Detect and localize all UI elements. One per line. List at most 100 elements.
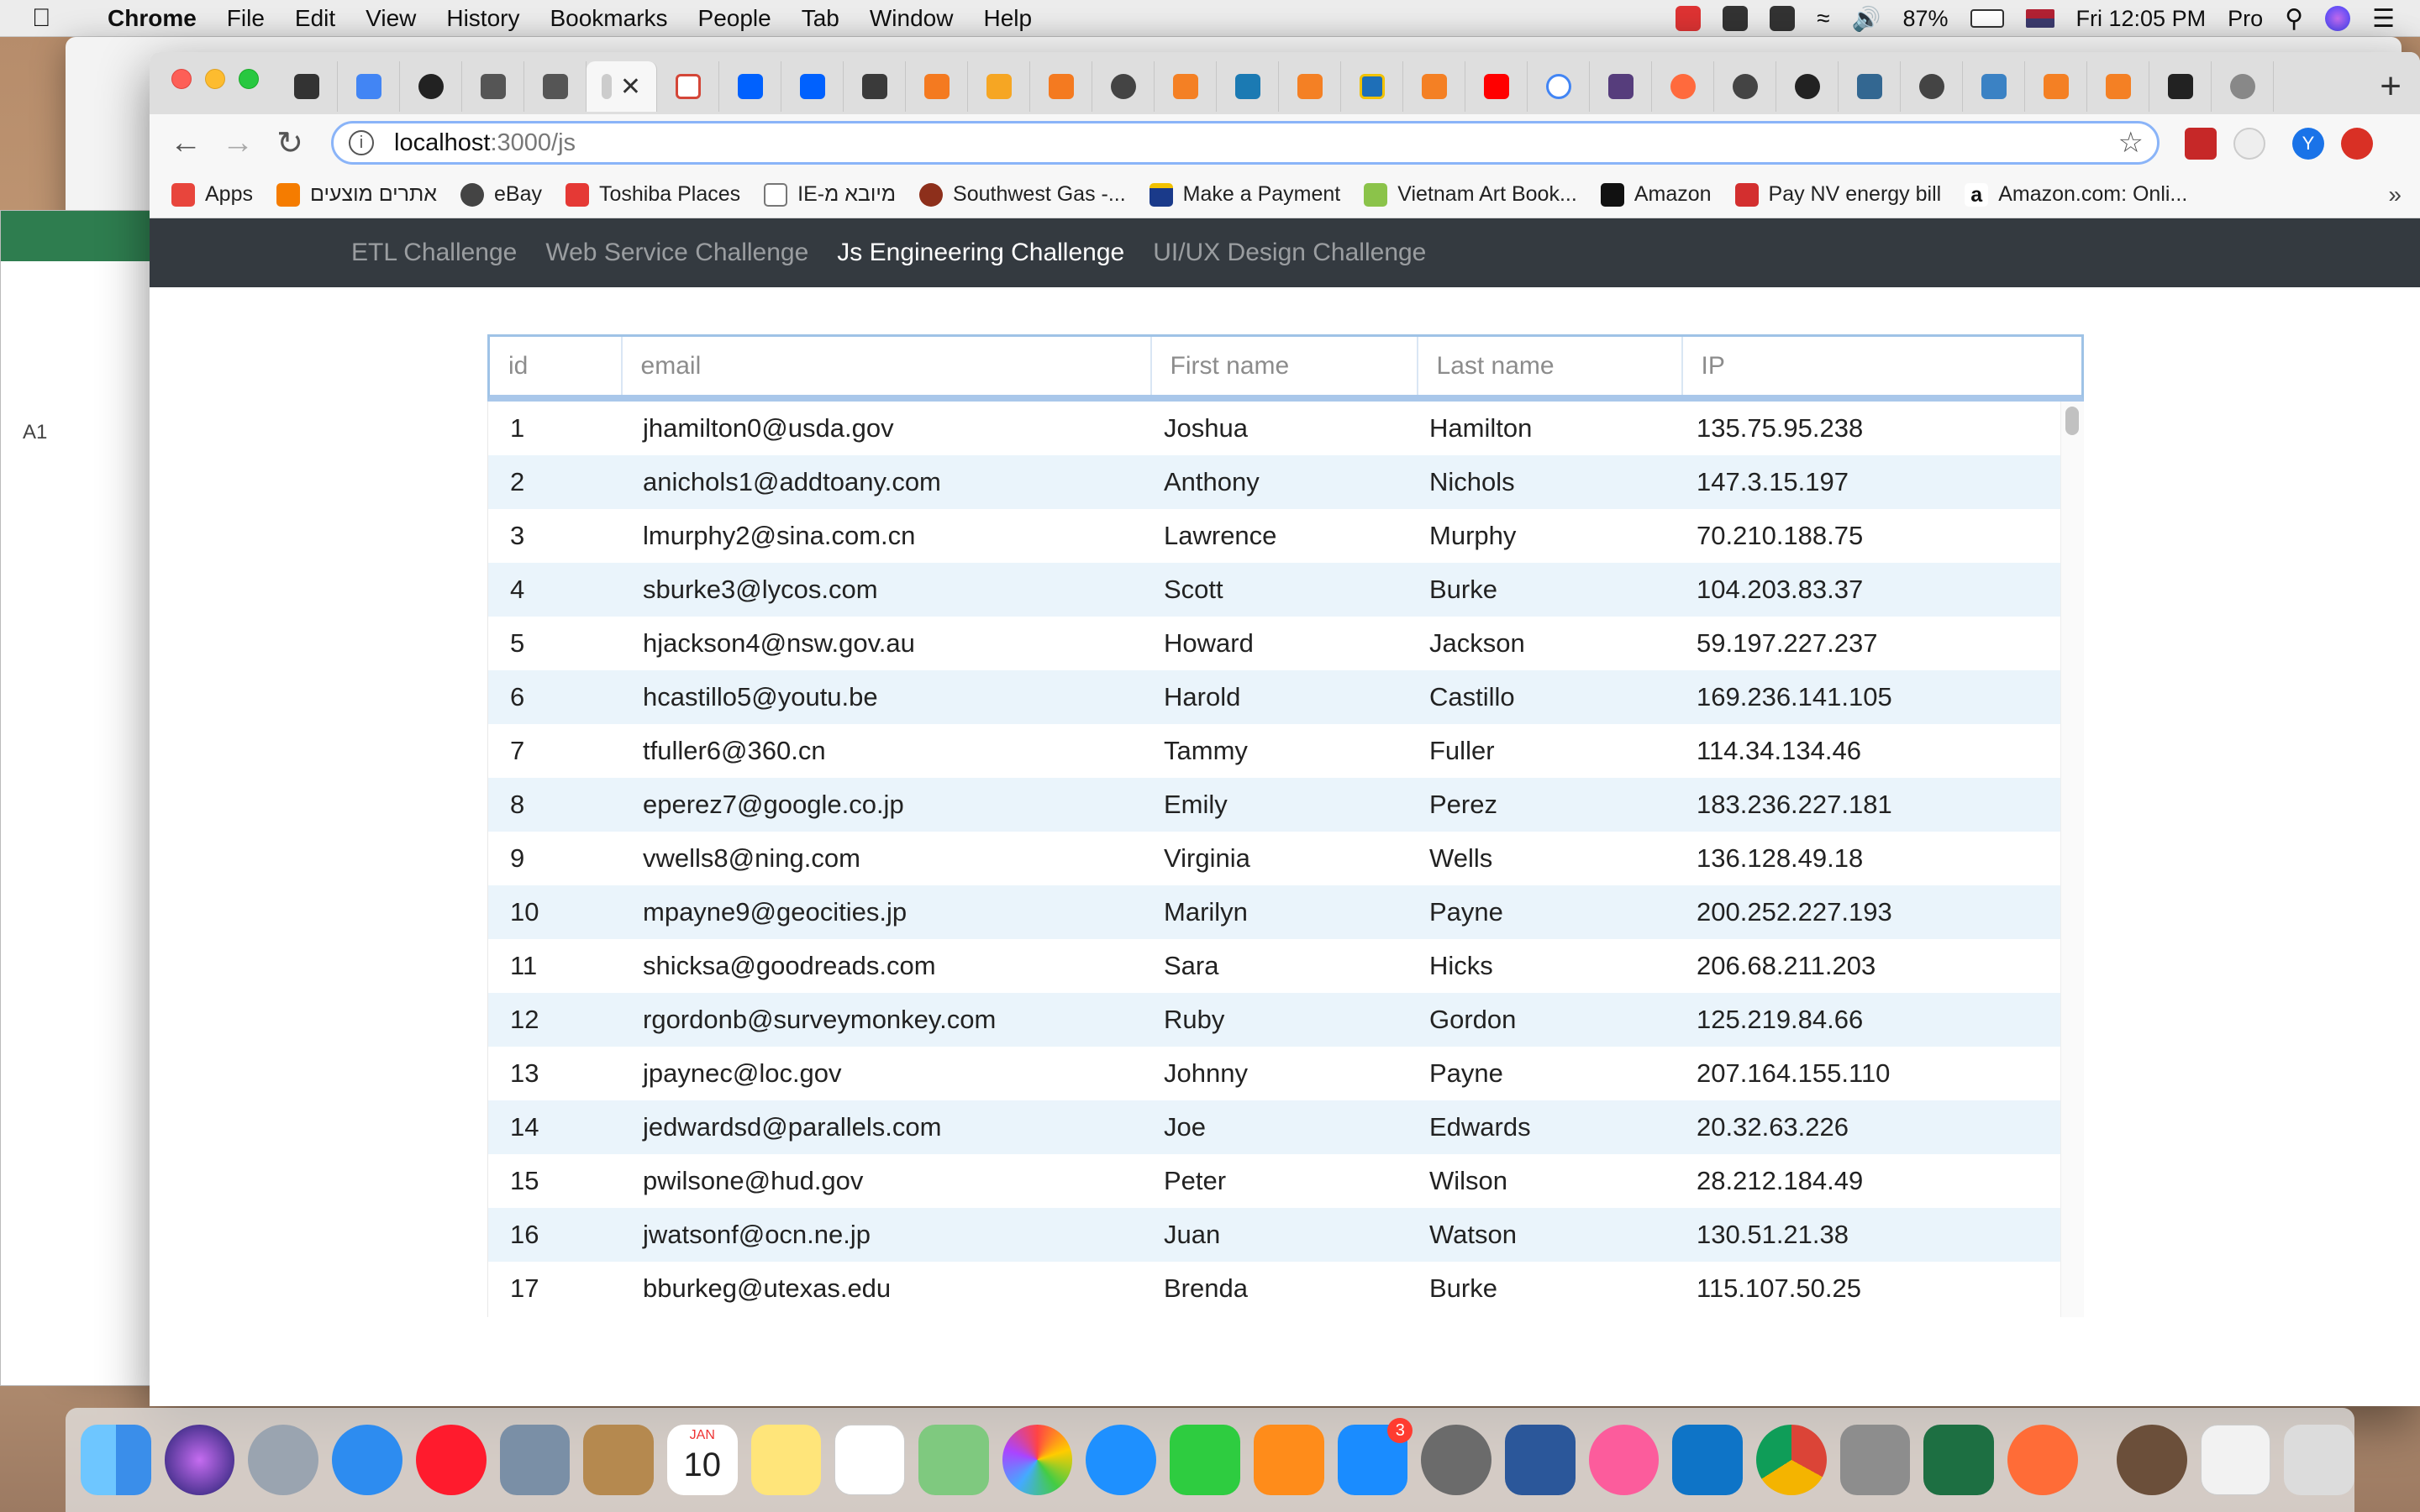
table-row[interactable]: 3 lmurphy2@sina.com.cn Lawrence Murphy 70.21…: [488, 509, 2061, 563]
launchpad-icon[interactable]: [248, 1425, 319, 1495]
tab[interactable]: [1901, 61, 1963, 112]
tab[interactable]: [524, 61, 587, 112]
tab[interactable]: [276, 61, 338, 112]
table-row[interactable]: 15 pwilsone@hud.gov Peter Wilson 28.212.184.…: [488, 1154, 2061, 1208]
opera-icon[interactable]: [415, 1425, 487, 1495]
tab[interactable]: [968, 61, 1030, 112]
menu-bookmarks[interactable]: Bookmarks: [550, 5, 667, 32]
documents-stack-icon[interactable]: [2200, 1425, 2271, 1495]
tab[interactable]: [1963, 61, 2025, 112]
tab[interactable]: [844, 61, 906, 112]
update-icon[interactable]: [2341, 128, 2373, 160]
grid-scrollbar[interactable]: [2060, 402, 2084, 1317]
menu-tab[interactable]: Tab: [802, 5, 839, 32]
menu-view[interactable]: View: [366, 5, 416, 32]
siri-icon[interactable]: [164, 1425, 235, 1495]
tab[interactable]: [1776, 61, 1839, 112]
safari-icon[interactable]: [332, 1425, 402, 1495]
extension-icon[interactable]: [2185, 128, 2217, 160]
bookmark-star-icon[interactable]: ☆: [2118, 126, 2144, 160]
table-row[interactable]: 7 tfuller6@360.cn Tammy Fuller 114.34.134.46: [488, 724, 2061, 778]
tab[interactable]: [1465, 61, 1528, 112]
finder-icon[interactable]: [81, 1425, 151, 1495]
tab[interactable]: [1279, 61, 1341, 112]
contacts-icon[interactable]: [583, 1425, 654, 1495]
tab[interactable]: [338, 61, 400, 112]
table-row[interactable]: 14 jedwardsd@parallels.com Joe Edwards 20.32…: [488, 1100, 2061, 1154]
table-row[interactable]: 12 rgordonb@surveymonkey.com Ruby Gordon 125…: [488, 993, 2061, 1047]
scrollbar-thumb[interactable]: [2065, 407, 2079, 435]
messages-icon[interactable]: [1086, 1425, 1157, 1495]
keychain-icon[interactable]: [1839, 1425, 1911, 1495]
tab[interactable]: [1155, 61, 1217, 112]
nav-link-web-service[interactable]: Web Service Challenge: [545, 239, 808, 267]
tab[interactable]: [1839, 61, 1901, 112]
table-row[interactable]: 2 anichols1@addtoany.com Anthony Nichols 147…: [488, 455, 2061, 509]
spotlight-search-icon[interactable]: ⚲: [2285, 4, 2303, 34]
column-header-ip[interactable]: IP: [1683, 337, 2081, 395]
tab[interactable]: [1528, 61, 1590, 112]
tab[interactable]: [1590, 61, 1652, 112]
column-header-email[interactable]: email: [623, 337, 1152, 395]
table-row[interactable]: 9 vwells8@ning.com Virginia Wells 136.128.49…: [488, 832, 2061, 885]
forward-button[interactable]: →: [212, 125, 264, 161]
postman-icon[interactable]: [2007, 1425, 2078, 1495]
bookmark-item[interactable]: eBay: [460, 182, 542, 207]
notes-icon[interactable]: [750, 1425, 822, 1495]
reload-button[interactable]: ↻: [264, 124, 316, 162]
bookmark-item[interactable]: אתרים מוצעים: [276, 182, 437, 207]
siri-icon[interactable]: [2325, 6, 2351, 31]
cloud-icon[interactable]: [1770, 6, 1796, 31]
maps-icon[interactable]: [918, 1425, 989, 1495]
menu-app-name[interactable]: Chrome: [108, 5, 197, 32]
extension-icon[interactable]: [2233, 128, 2265, 160]
tab[interactable]: [1217, 61, 1279, 112]
nav-link-js-engineering[interactable]: Js Engineering Challenge: [837, 239, 1124, 267]
calendar-icon[interactable]: JAN 10: [666, 1425, 738, 1495]
bookmark-item[interactable]: Make a Payment: [1149, 182, 1340, 207]
bookmark-item[interactable]: Southwest Gas -...: [919, 182, 1126, 207]
column-header-last-name[interactable]: Last name: [1418, 337, 1683, 395]
app-store-icon[interactable]: 3: [1337, 1418, 1413, 1495]
tab[interactable]: [1092, 61, 1155, 112]
downloads-stack-icon[interactable]: [2116, 1425, 2187, 1495]
zoom-window-button[interactable]: [239, 69, 259, 89]
table-row[interactable]: 6 hcastillo5@youtu.be Harold Castillo 169.23…: [488, 670, 2061, 724]
bookmark-item[interactable]: Vietnam Art Book...: [1364, 182, 1577, 207]
column-header-id[interactable]: id: [490, 337, 623, 395]
table-row[interactable]: 5 hjackson4@nsw.gov.au Howard Jackson 59.197…: [488, 617, 2061, 670]
new-tab-button[interactable]: +: [2380, 66, 2402, 108]
table-row[interactable]: 1 jhamilton0@usda.gov Joshua Hamilton 135.75…: [488, 402, 2061, 455]
table-row[interactable]: 13 jpaynec@loc.gov Johnny Payne 207.164.155.…: [488, 1047, 2061, 1100]
mail-stamp-icon[interactable]: [499, 1425, 571, 1495]
bookmark-item[interactable]: Toshiba Places: [565, 182, 740, 207]
evernote-icon[interactable]: [1723, 6, 1749, 31]
reminders-icon[interactable]: [834, 1425, 906, 1495]
bookmark-item[interactable]: Amazon: [1600, 182, 1712, 207]
table-row[interactable]: 16 jwatsonf@ocn.ne.jp Juan Watson 130.51.21.…: [488, 1208, 2061, 1262]
facetime-icon[interactable]: [1170, 1425, 1240, 1495]
tab[interactable]: [462, 61, 524, 112]
wifi-icon[interactable]: ≈: [1817, 5, 1829, 32]
volume-icon[interactable]: 🔊: [1852, 5, 1881, 33]
tab[interactable]: [2087, 61, 2149, 112]
menu-edit[interactable]: Edit: [295, 5, 335, 32]
bookmark-apps[interactable]: Apps: [171, 182, 253, 207]
us-flag-icon[interactable]: [2025, 9, 2054, 28]
tab[interactable]: [1652, 61, 1714, 112]
nav-link-ui-ux[interactable]: UI/UX Design Challenge: [1153, 239, 1426, 267]
table-row[interactable]: 11 shicksa@goodreads.com Sara Hicks 206.68.2…: [488, 939, 2061, 993]
notification-center-icon[interactable]: ☰: [2372, 4, 2395, 34]
tab[interactable]: [657, 61, 719, 112]
itunes-icon[interactable]: [1588, 1425, 1660, 1495]
menu-people[interactable]: People: [698, 5, 771, 32]
menu-window[interactable]: Window: [870, 5, 954, 32]
chrome-icon[interactable]: [1756, 1425, 1827, 1495]
battery-icon[interactable]: [1970, 9, 2004, 28]
bookmark-folder[interactable]: IE-מיובא מ: [764, 182, 896, 207]
bookmark-item[interactable]: Pay NV energy bill: [1734, 182, 1941, 207]
close-window-button[interactable]: [171, 69, 192, 89]
word-icon[interactable]: [1504, 1425, 1576, 1495]
bookmarks-overflow-icon[interactable]: »: [2388, 181, 2402, 208]
table-row[interactable]: 17 bburkeg@utexas.edu Brenda Burke 115.107.5…: [488, 1262, 2061, 1315]
